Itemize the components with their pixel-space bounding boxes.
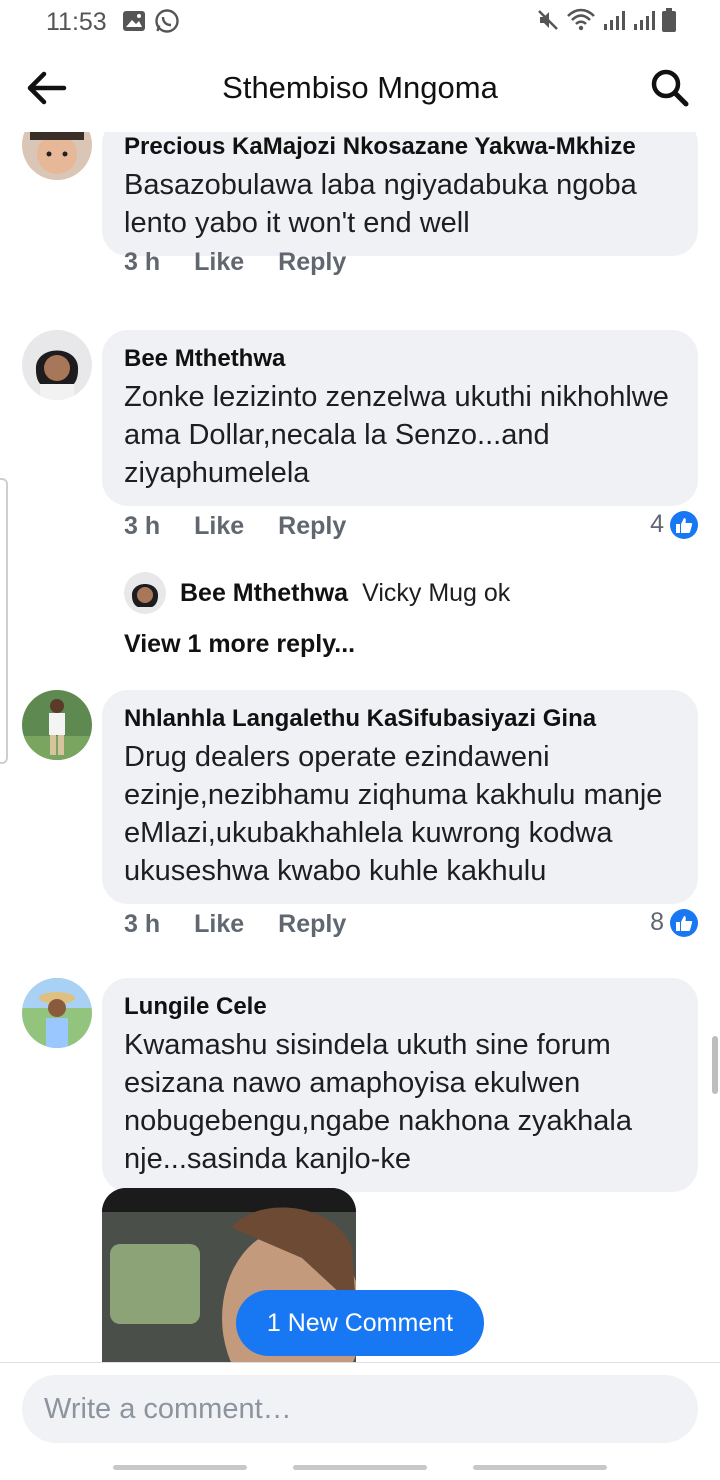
like-button[interactable]: Like	[194, 910, 244, 939]
like-button[interactable]: Like	[194, 512, 244, 541]
comment-time: 3 h	[124, 512, 161, 540]
mute-icon	[536, 8, 560, 37]
app-header: Sthembiso Mngoma	[0, 44, 720, 132]
comment-author[interactable]: Bee Mthethwa	[124, 344, 678, 374]
thumbs-up-icon	[670, 510, 698, 539]
avatar[interactable]	[124, 572, 166, 614]
reply-preview[interactable]: Bee Mthethwa Vicky Mug ok	[124, 572, 510, 614]
comment-author[interactable]: Nhlanhla Langalethu KaSifubasiyazi Gina	[124, 704, 678, 734]
avatar[interactable]	[22, 978, 92, 1048]
comment-bubble[interactable]: Bee Mthethwa Zonke lezizinto zenzelwa uk…	[102, 330, 698, 506]
image-icon	[122, 10, 146, 37]
comment-input[interactable]	[22, 1375, 698, 1443]
whatsapp-icon	[154, 8, 180, 39]
signal-icon	[632, 8, 656, 37]
comment-author[interactable]: Precious KaMajozi Nkosazane Yakwa-Mkhize	[124, 132, 678, 162]
wifi-icon	[566, 8, 596, 37]
reply-button[interactable]: Reply	[278, 512, 346, 541]
reaction-number: 8	[650, 908, 664, 936]
comment-bubble[interactable]: Precious KaMajozi Nkosazane Yakwa-Mkhize…	[102, 132, 698, 256]
signal-icon	[602, 8, 626, 37]
avatar[interactable]	[22, 132, 92, 180]
comment-time: 3 h	[124, 910, 161, 938]
avatar[interactable]	[22, 690, 92, 760]
reaction-count[interactable]: 8	[650, 908, 698, 937]
comment-composer	[0, 1362, 720, 1480]
comments-feed[interactable]: Precious KaMajozi Nkosazane Yakwa-Mkhize…	[0, 132, 720, 1362]
search-icon	[651, 69, 689, 107]
avatar[interactable]	[22, 330, 92, 400]
status-time: 11:53	[46, 8, 107, 36]
comment-time: 3 h	[124, 248, 161, 276]
view-more-replies[interactable]: View 1 more reply...	[124, 630, 355, 659]
comment-text: Kwamashu sisindela ukuth sine forum esiz…	[124, 1029, 632, 1175]
reply-button[interactable]: Reply	[278, 248, 346, 277]
page-title: Sthembiso Mngoma	[222, 70, 498, 105]
scrollbar-thumb[interactable]	[712, 1036, 718, 1094]
comment-text: Zonke lezizinto zenzelwa ukuthi nikhohlw…	[124, 381, 669, 489]
comment-text: Basazobulawa laba ngiyadabuka ngoba lent…	[124, 169, 637, 239]
reaction-count[interactable]: 4	[650, 510, 698, 539]
reply-author[interactable]: Bee Mthethwa	[180, 579, 348, 608]
nav-indicator[interactable]	[113, 1465, 247, 1470]
edge-panel-handle[interactable]	[0, 478, 8, 764]
reply-button[interactable]: Reply	[278, 910, 346, 939]
like-button[interactable]: Like	[194, 248, 244, 277]
nav-indicator[interactable]	[473, 1465, 607, 1470]
search-button[interactable]	[650, 68, 690, 108]
comment-bubble[interactable]: Lungile Cele Kwamashu sisindela ukuth si…	[102, 978, 698, 1192]
comment-bubble[interactable]: Nhlanhla Langalethu KaSifubasiyazi Gina …	[102, 690, 698, 904]
thumbs-up-icon	[670, 908, 698, 937]
nav-indicator[interactable]	[293, 1465, 427, 1470]
status-bar: 11:53	[0, 0, 720, 44]
reaction-number: 4	[650, 510, 664, 538]
battery-icon	[662, 8, 676, 37]
comment-text: Drug dealers operate ezindaweni ezinje,n…	[124, 741, 663, 887]
comment-author[interactable]: Lungile Cele	[124, 992, 678, 1022]
new-comment-button[interactable]: 1 New Comment	[236, 1290, 484, 1356]
system-nav-bar	[0, 1465, 720, 1470]
reply-text: Vicky Mug ok	[362, 578, 511, 607]
